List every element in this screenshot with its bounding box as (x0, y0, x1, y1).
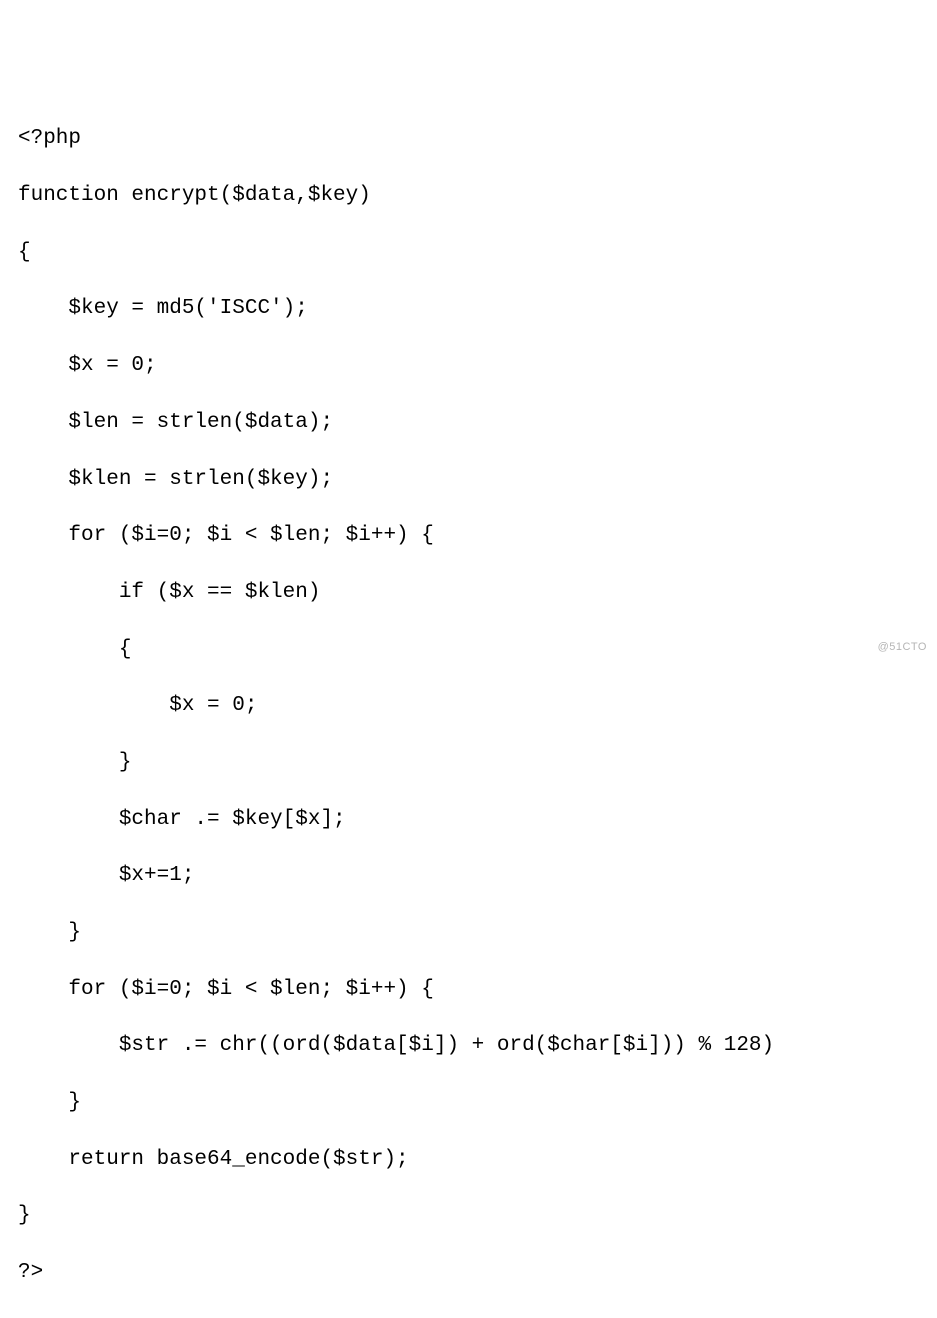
code-line-5: $x = 0; (18, 352, 937, 380)
code-line-21: ?> (18, 1259, 937, 1287)
watermark: @51CTO (878, 640, 927, 655)
code-line-20: } (18, 1202, 937, 1230)
code-line-1: <?php (18, 125, 937, 153)
code-line-10: { (18, 636, 937, 664)
code-line-19: return base64_encode($str); (18, 1146, 937, 1174)
code-line-11: $x = 0; (18, 692, 937, 720)
code-line-12: } (18, 749, 937, 777)
code-line-9: if ($x == $klen) (18, 579, 937, 607)
code-line-6: $len = strlen($data); (18, 409, 937, 437)
code-line-2: function encrypt($data,$key) (18, 182, 937, 210)
code-line-16: for ($i=0; $i < $len; $i++) { (18, 976, 937, 1004)
code-line-8: for ($i=0; $i < $len; $i++) { (18, 522, 937, 550)
code-line-3: { (18, 239, 937, 267)
code-line-14: $x+=1; (18, 862, 937, 890)
code-line-15: } (18, 919, 937, 947)
code-line-7: $klen = strlen($key); (18, 466, 937, 494)
code-line-18: } (18, 1089, 937, 1117)
code-line-17: $str .= chr((ord($data[$i]) + ord($char[… (18, 1032, 937, 1060)
code-line-13: $char .= $key[$x]; (18, 806, 937, 834)
code-line-4: $key = md5('ISCC'); (18, 295, 937, 323)
